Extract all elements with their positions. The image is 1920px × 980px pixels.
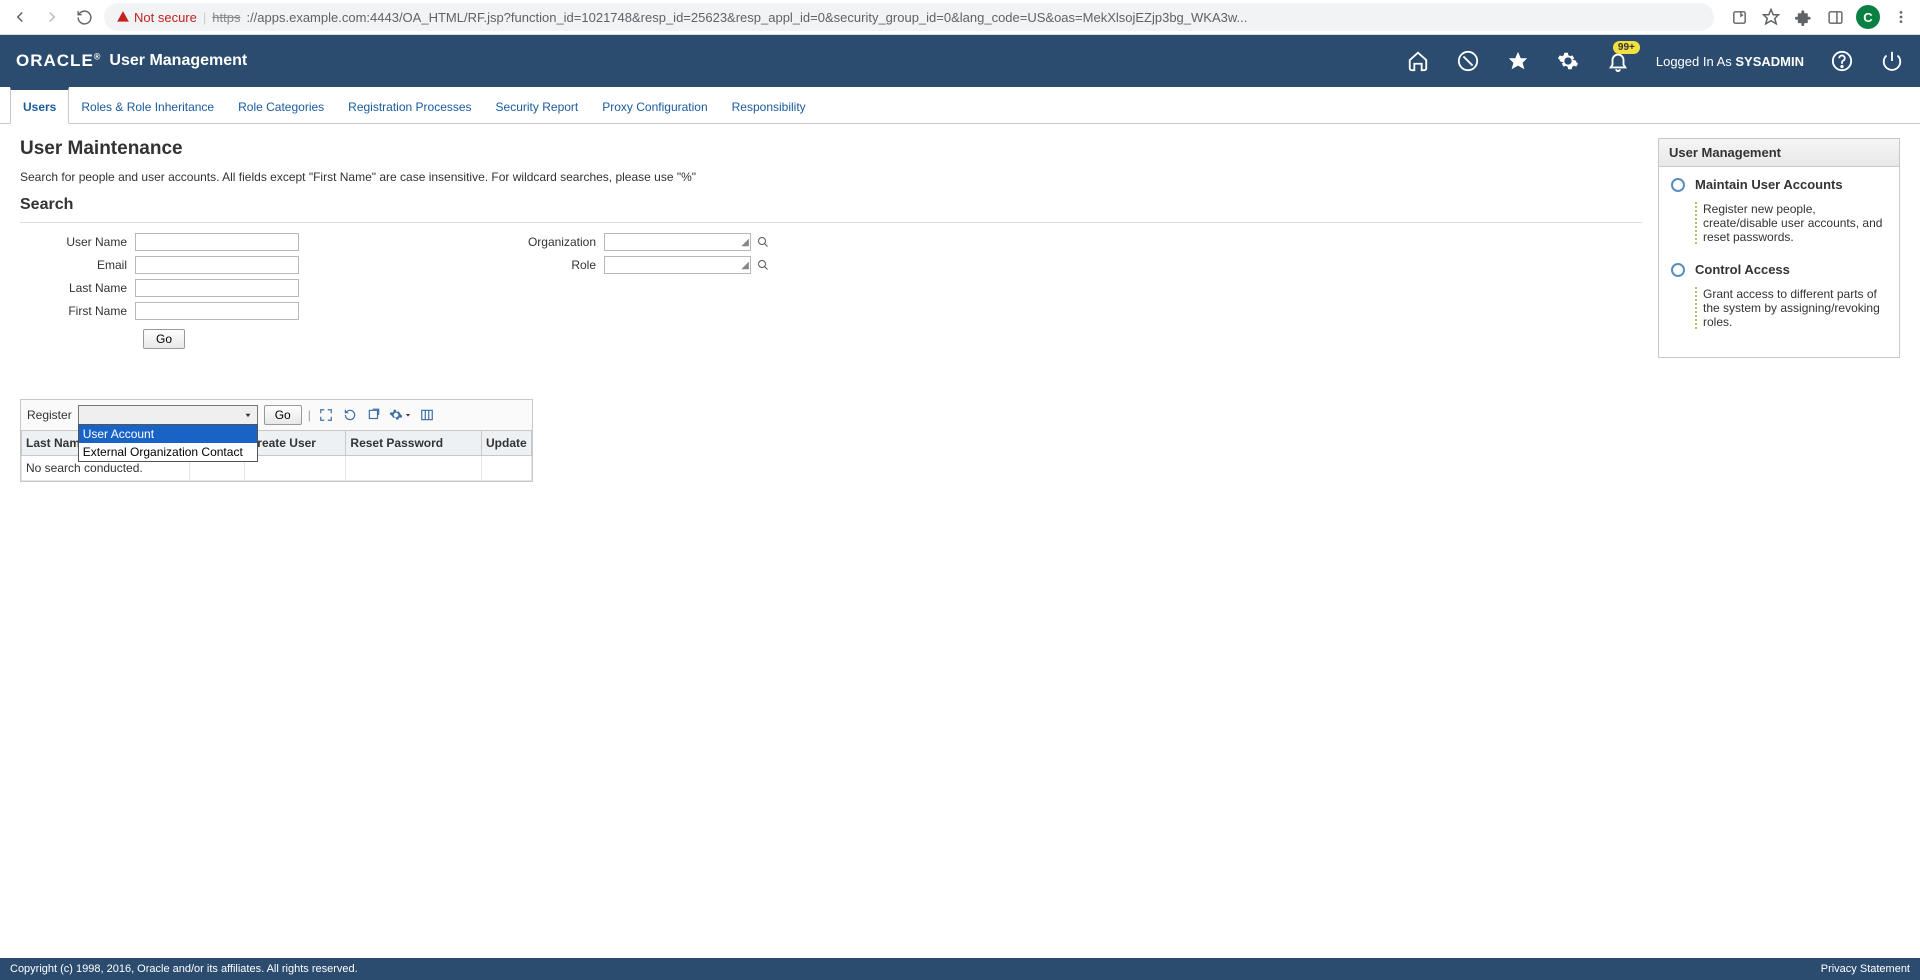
register-label: Register	[27, 408, 72, 422]
chevron-down-icon	[243, 410, 253, 420]
search-heading: Search	[20, 196, 1642, 214]
privacy-link[interactable]: Privacy Statement	[1821, 963, 1910, 975]
side-panel: User Management Maintain User Accounts R…	[1658, 138, 1900, 358]
notification-badge: 99+	[1613, 41, 1640, 54]
tab-registration[interactable]: Registration Processes	[336, 90, 483, 123]
lov-corner-icon: ◢	[741, 260, 749, 271]
radio-icon[interactable]	[1671, 263, 1685, 277]
columns-icon[interactable]	[418, 406, 436, 424]
toolbar-separator: |	[308, 408, 311, 422]
register-toolbar: Register User Account External Organizat…	[21, 400, 532, 430]
share-icon[interactable]	[1728, 6, 1750, 28]
footer: Copyright (c) 1998, 2016, Oracle and/or …	[0, 958, 1920, 980]
input-first-name[interactable]	[135, 302, 299, 320]
notifications-bell-icon[interactable]: 99+	[1606, 49, 1630, 73]
lov-corner-icon: ◢	[741, 237, 749, 248]
input-email[interactable]	[135, 256, 299, 274]
side-option-control-access[interactable]: Control Access	[1671, 262, 1887, 277]
side-option-desc: Register new people, create/disable user…	[1695, 202, 1887, 244]
tab-users[interactable]: Users	[10, 87, 69, 124]
settings-dropdown-icon[interactable]	[389, 408, 412, 422]
favorites-star-icon[interactable]	[1506, 49, 1530, 73]
address-bar[interactable]: Not secure | https://apps.example.com:44…	[104, 3, 1714, 31]
search-form: User Name Email Last Name First Name Go	[20, 233, 1642, 349]
page-title: User Maintenance	[20, 138, 1642, 160]
page-instructions: Search for people and user accounts. All…	[20, 170, 1642, 184]
register-select[interactable]: User Account External Organization Conta…	[78, 405, 258, 425]
bookmark-star-icon[interactable]	[1760, 6, 1782, 28]
tab-proxy[interactable]: Proxy Configuration	[590, 90, 719, 123]
settings-gear-icon[interactable]	[1556, 49, 1580, 73]
browser-toolbar: Not secure | https://apps.example.com:44…	[0, 0, 1920, 35]
back-button[interactable]	[8, 5, 32, 29]
tab-responsibility[interactable]: Responsibility	[720, 90, 818, 123]
register-option-user-account[interactable]: User Account	[79, 425, 257, 443]
input-user-name[interactable]	[135, 233, 299, 251]
tab-strip: Users Roles & Role Inheritance Role Cate…	[0, 87, 1920, 124]
col-reset-password[interactable]: Reset Password	[346, 431, 482, 456]
help-icon[interactable]	[1830, 49, 1854, 73]
col-create-user[interactable]: Create User	[244, 431, 346, 456]
label-email: Email	[30, 258, 135, 272]
register-option-external-org[interactable]: External Organization Contact	[79, 443, 257, 461]
refresh-icon[interactable]	[341, 406, 359, 424]
register-go-button[interactable]: Go	[264, 405, 302, 425]
tab-security-report[interactable]: Security Report	[484, 90, 591, 123]
tab-roles[interactable]: Roles & Role Inheritance	[69, 90, 226, 123]
expand-icon[interactable]	[317, 406, 335, 424]
not-secure-label: Not secure	[134, 10, 197, 25]
input-last-name[interactable]	[135, 279, 299, 297]
reload-button[interactable]	[72, 5, 96, 29]
divider	[20, 222, 1642, 223]
sidepanel-icon[interactable]	[1824, 6, 1846, 28]
input-organization[interactable]	[604, 233, 751, 251]
power-logout-icon[interactable]	[1880, 49, 1904, 73]
lov-search-role-icon[interactable]	[755, 257, 771, 273]
app-header: ORACLE® User Management 99+ Logged In As…	[0, 35, 1920, 87]
lov-search-organization-icon[interactable]	[755, 234, 771, 250]
forward-button[interactable]	[40, 5, 64, 29]
oracle-logo: ORACLE®	[16, 51, 101, 71]
extensions-icon[interactable]	[1792, 6, 1814, 28]
label-last-name: Last Name	[30, 281, 135, 295]
side-option-label: Maintain User Accounts	[1695, 177, 1843, 192]
col-update[interactable]: Update	[482, 431, 532, 456]
label-first-name: First Name	[30, 304, 135, 318]
label-role: Role	[499, 258, 604, 272]
label-organization: Organization	[499, 235, 604, 249]
input-role[interactable]	[604, 256, 751, 274]
home-icon[interactable]	[1406, 49, 1430, 73]
results-region: Register User Account External Organizat…	[20, 399, 533, 482]
kebab-menu-icon[interactable]	[1890, 6, 1912, 28]
radio-icon[interactable]	[1671, 178, 1685, 192]
search-go-button[interactable]: Go	[143, 329, 185, 349]
detach-icon[interactable]	[365, 406, 383, 424]
clock-icon[interactable]	[1456, 49, 1480, 73]
profile-avatar[interactable]: C	[1856, 5, 1880, 29]
side-option-label: Control Access	[1695, 262, 1790, 277]
side-option-desc: Grant access to different parts of the s…	[1695, 287, 1887, 329]
tab-role-categories[interactable]: Role Categories	[226, 90, 336, 123]
label-user-name: User Name	[30, 235, 135, 249]
not-secure-badge: Not secure	[116, 10, 197, 25]
register-dropdown-list: User Account External Organization Conta…	[78, 424, 258, 462]
url-https: https	[212, 10, 240, 25]
app-title: User Management	[109, 52, 247, 70]
side-option-maintain[interactable]: Maintain User Accounts	[1671, 177, 1887, 192]
url-text: ://apps.example.com:4443/OA_HTML/RF.jsp?…	[246, 10, 1247, 25]
side-panel-title: User Management	[1659, 139, 1899, 167]
copyright: Copyright (c) 1998, 2016, Oracle and/or …	[10, 963, 358, 975]
logged-in-label: Logged In As SYSADMIN	[1656, 54, 1804, 69]
